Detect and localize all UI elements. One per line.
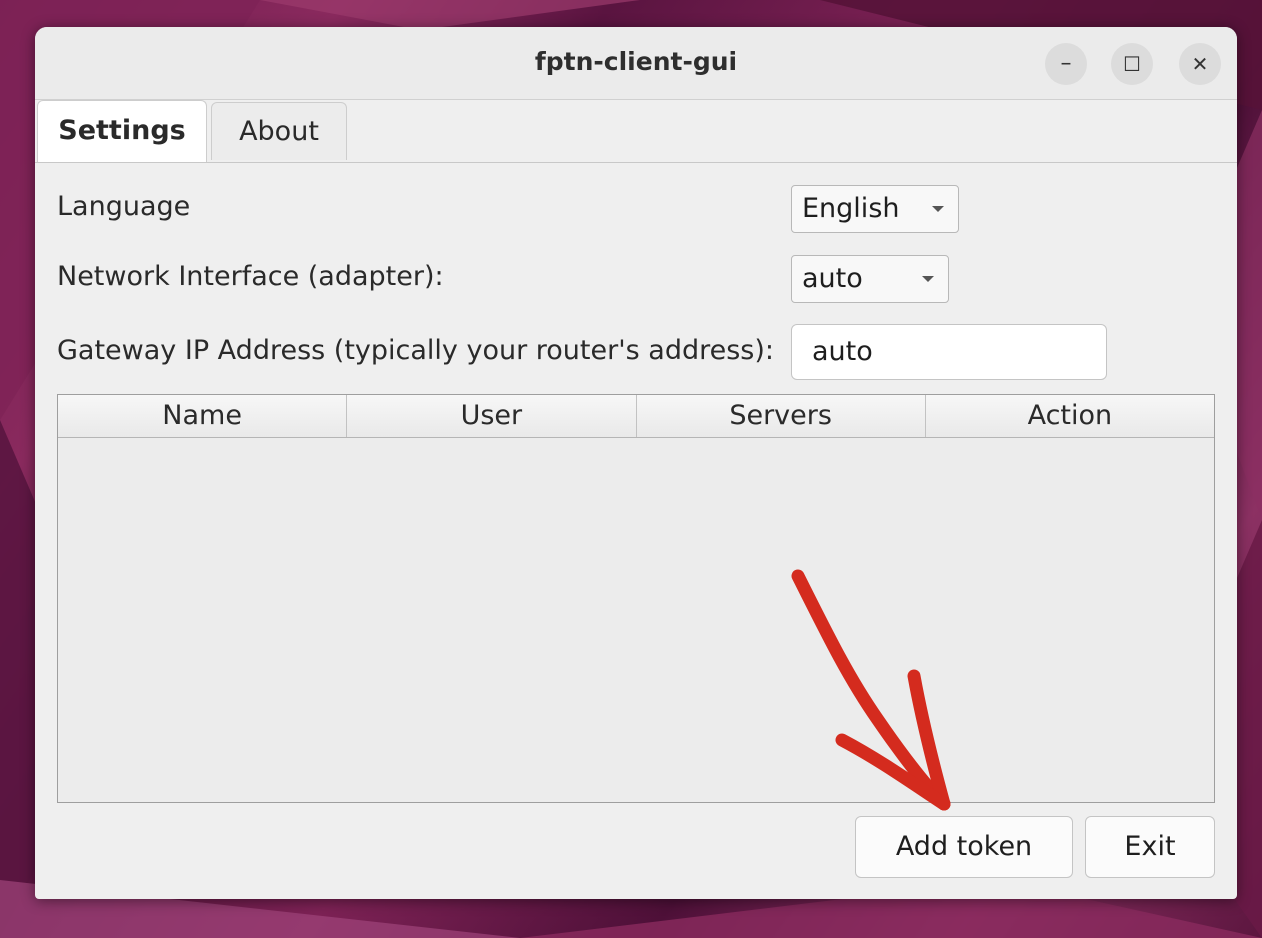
add-token-button[interactable]: Add token <box>855 816 1073 878</box>
tab-settings[interactable]: Settings <box>37 100 207 162</box>
column-header-name[interactable]: Name <box>58 395 348 437</box>
token-table[interactable]: Name User Servers Action <box>57 394 1215 803</box>
exit-button[interactable]: Exit <box>1085 816 1215 878</box>
gateway-input[interactable]: auto <box>791 324 1107 380</box>
title-bar[interactable]: fptn-client-gui – ☐ ✕ <box>35 27 1237 100</box>
minimize-button[interactable]: – <box>1045 43 1087 85</box>
chevron-down-icon <box>922 276 934 282</box>
interface-label: Network Interface (adapter): <box>57 261 444 292</box>
tab-bar: Settings About <box>35 100 1237 163</box>
tab-about[interactable]: About <box>211 102 347 160</box>
maximize-button[interactable]: ☐ <box>1111 43 1153 85</box>
chevron-down-icon <box>932 206 944 212</box>
column-header-servers[interactable]: Servers <box>637 395 926 437</box>
language-label: Language <box>57 191 191 222</box>
close-button[interactable]: ✕ <box>1179 43 1221 85</box>
gateway-label: Gateway IP Address (typically your route… <box>57 335 774 366</box>
column-header-user[interactable]: User <box>347 395 637 437</box>
language-select-value: English <box>802 193 900 224</box>
language-select[interactable]: English <box>791 185 959 233</box>
interface-select[interactable]: auto <box>791 255 949 303</box>
interface-select-value: auto <box>802 263 863 294</box>
table-header: Name User Servers Action <box>58 395 1214 438</box>
column-header-action[interactable]: Action <box>926 395 1214 437</box>
app-window: fptn-client-gui – ☐ ✕ Settings About Lan… <box>35 27 1237 899</box>
